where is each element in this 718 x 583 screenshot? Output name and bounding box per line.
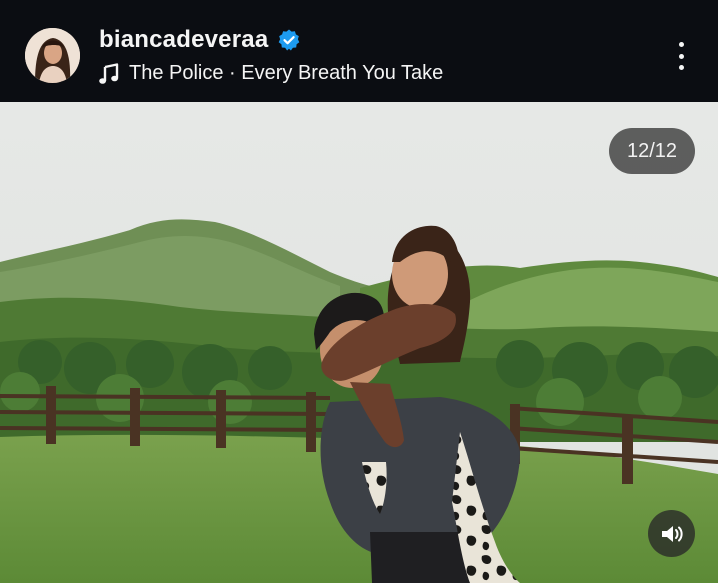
music-note-icon <box>99 62 119 85</box>
post-photo[interactable] <box>0 102 718 583</box>
post-header: biancadeveraa The Police · Every Breath … <box>0 0 718 102</box>
username-row: biancadeveraa <box>99 26 301 54</box>
more-vertical-icon[interactable] <box>664 36 698 76</box>
more-dot <box>678 42 684 47</box>
more-dot <box>678 65 684 70</box>
image-counter-badge: 12/12 <box>609 128 695 174</box>
music-row[interactable]: The Police · Every Breath You Take <box>99 62 443 85</box>
music-track-label: The Police · Every Breath You Take <box>129 62 444 84</box>
verified-badge-icon <box>277 28 301 52</box>
speaker-icon[interactable] <box>648 510 695 557</box>
more-dot <box>678 53 684 59</box>
avatar[interactable] <box>25 28 80 83</box>
username[interactable]: biancadeveraa <box>99 26 268 54</box>
